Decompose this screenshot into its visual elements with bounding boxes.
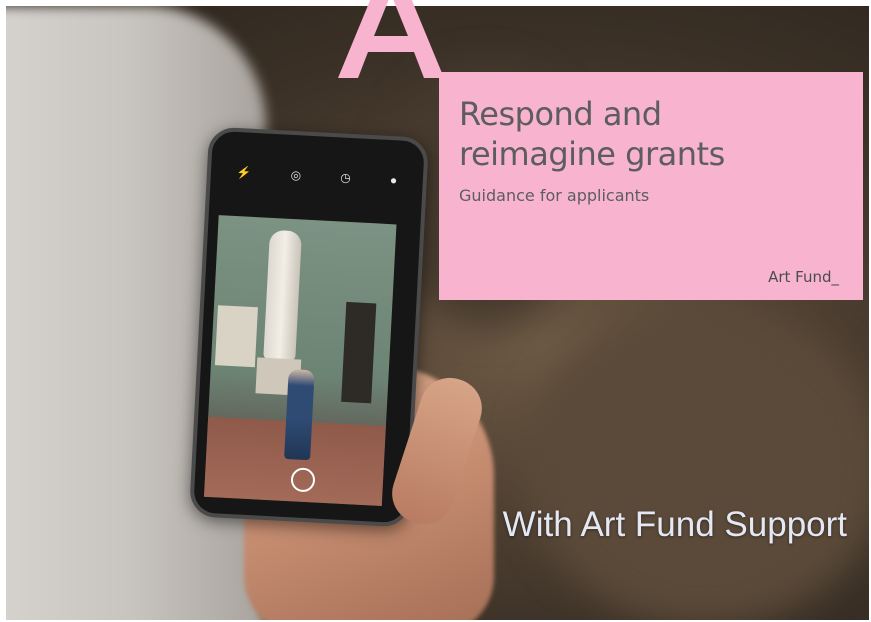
statue <box>263 229 302 362</box>
gallery-wall-plaques <box>214 305 258 368</box>
art-fund-logo-a: A <box>338 0 444 78</box>
card-subtitle: Guidance for applicants <box>459 186 650 205</box>
smartphone: ⚡ ◎ ◷ ● <box>188 126 430 528</box>
card-brand: Art Fund_ <box>768 268 839 286</box>
card-title-line-1: Respond and <box>459 95 662 133</box>
background-blur <box>526 306 869 620</box>
filter-icon: ● <box>389 173 398 188</box>
title-card: Respond and reimagine grants Guidance fo… <box>439 72 863 300</box>
live-photo-icon: ◎ <box>290 167 302 183</box>
flash-icon: ⚡ <box>236 165 252 180</box>
timer-icon: ◷ <box>339 170 352 185</box>
person-in-photo <box>284 368 315 461</box>
camera-viewfinder <box>203 215 397 507</box>
gallery-cabinet <box>341 301 377 404</box>
card-title: Respond and reimagine grants <box>459 94 859 174</box>
camera-toolbar: ⚡ ◎ ◷ ● <box>209 131 425 222</box>
card-title-line-2: reimagine grants <box>459 135 725 173</box>
caption: With Art Fund Support <box>502 505 847 544</box>
